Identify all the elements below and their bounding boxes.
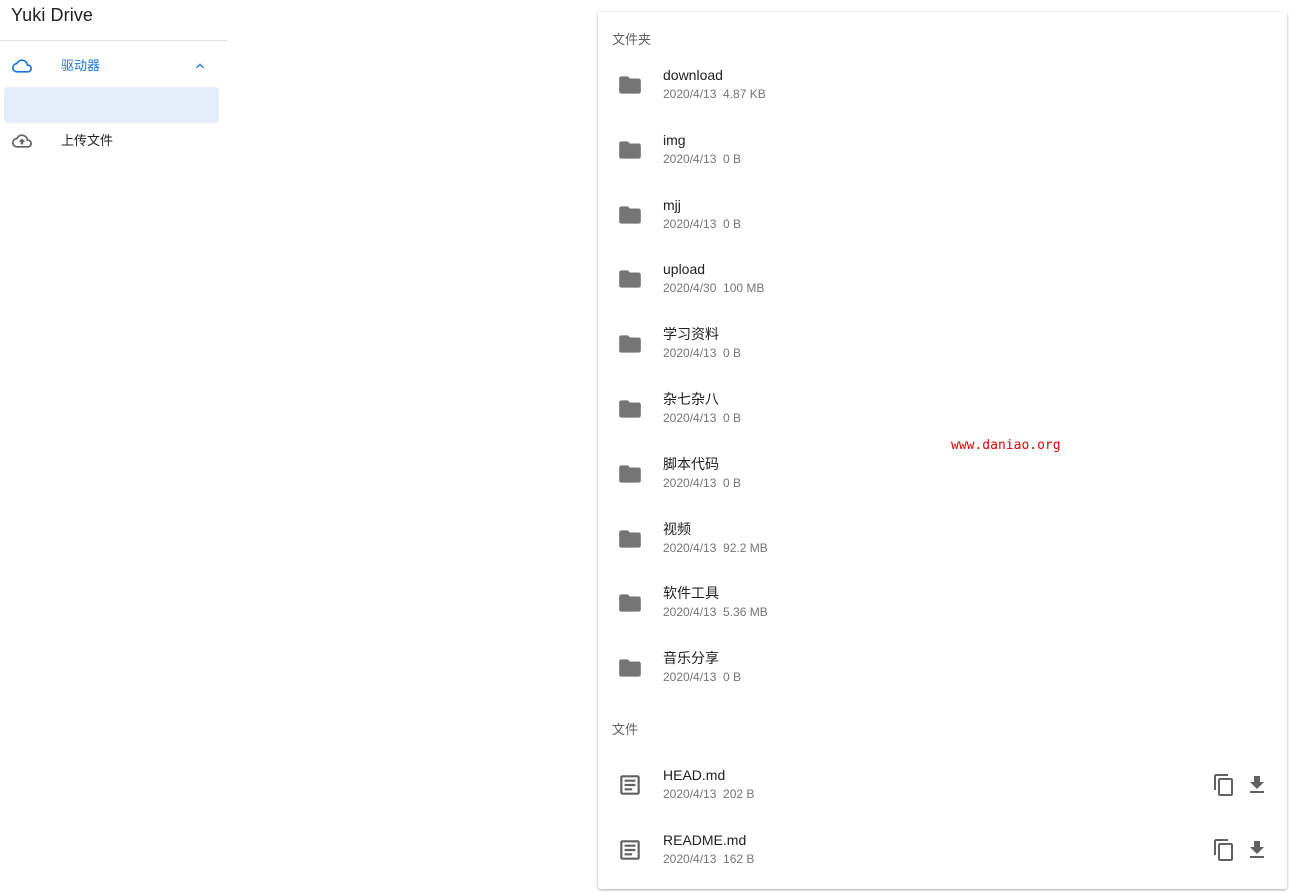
files-header: 文件 [612,722,639,737]
folder-name: 学习资料 [663,326,719,343]
file-row[interactable]: README.md 2020/4/13 162 B [598,818,1287,882]
folder-icon [619,335,641,353]
folder-name: img [663,131,686,148]
folder-row[interactable]: 杂七杂八 2020/4/13 0 B [598,377,1287,441]
folder-meta: 2020/4/13 5.36 MB [663,605,768,620]
file-meta: 2020/4/13 162 B [663,852,755,866]
folder-name: 视频 [663,520,691,537]
download-icon[interactable] [1245,838,1269,862]
folder-name: download [663,67,723,83]
folder-meta: 2020/4/13 0 B [663,475,742,490]
folder-icon [619,465,641,483]
folder-row[interactable]: upload 2020/4/30 100 MB [598,247,1287,311]
folder-row[interactable]: 软件工具 2020/4/13 5.36 MB [598,571,1287,635]
folder-icon [619,659,641,677]
folder-name: upload [663,261,706,278]
file-row[interactable]: HEAD.md 2020/4/13 202 B [598,753,1287,817]
download-icon[interactable] [1245,773,1269,797]
folder-row[interactable]: 脚本代码 2020/4/13 0 B [598,442,1287,506]
folder-name: mjj [663,196,681,213]
copy-icon[interactable] [1212,773,1236,797]
file-name: HEAD.md [663,767,726,783]
folder-meta: 2020/4/13 0 B [663,216,742,231]
chevron-up-icon[interactable] [192,58,208,74]
folder-row[interactable]: download 2020/4/13 4.87 KB [598,53,1287,117]
watermark-text: www.daniao.org [951,438,1061,453]
folders-header: 文件夹 [612,32,652,47]
folder-icon [619,270,641,289]
folder-meta: 2020/4/13 0 B [663,346,742,361]
folder-row[interactable]: img 2020/4/13 0 B [598,118,1287,182]
sidebar-item-drives[interactable]: 驱动器 [0,44,227,88]
folder-icon [619,594,641,613]
folder-icon [619,141,641,159]
copy-icon[interactable] [1212,838,1236,862]
sidebar-item-label: 上传文件 [61,133,114,148]
folder-name: 脚本代码 [663,455,719,472]
sidebar-divider [0,40,227,41]
folder-row[interactable]: 音乐分享 2020/4/13 0 B [598,636,1287,700]
folder-meta: 2020/4/30 100 MB [663,281,765,296]
sidebar: Yuki Drive 驱动器 上传文件 [0,0,227,892]
cloud-upload-icon [12,134,32,148]
folder-icon [619,76,641,94]
cloud-icon [12,59,32,73]
document-icon [620,775,640,795]
folder-name: 软件工具 [663,585,719,602]
folder-icon [619,529,641,548]
sidebar-item-label: 驱动器 [61,58,101,73]
folder-row[interactable]: 视频 2020/4/13 92.2 MB [598,507,1287,571]
folder-name: 杂七杂八 [663,391,719,407]
folder-row[interactable]: 学习资料 2020/4/13 0 B [598,312,1287,376]
folder-icon [619,400,641,418]
folder-row[interactable]: mjj 2020/4/13 0 B [598,183,1287,247]
file-name: README.md [663,832,747,848]
folder-meta: 2020/4/13 92.2 MB [663,540,768,555]
sidebar-sub-item-drive[interactable] [4,87,219,123]
app-title: Yuki Drive [11,5,94,25]
folder-icon [619,205,641,224]
folder-name: 音乐分享 [663,650,719,667]
file-meta: 2020/4/13 202 B [663,787,755,801]
sidebar-item-upload[interactable]: 上传文件 [0,119,227,163]
file-list-card: 文件夹 download 2020/4/13 4.87 KB img 2020/… [598,12,1287,889]
folder-meta: 2020/4/13 0 B [663,670,742,685]
folder-meta: 2020/4/13 4.87 KB [663,87,766,101]
folder-meta: 2020/4/13 0 B [663,411,742,425]
document-icon [620,840,640,860]
folder-meta: 2020/4/13 0 B [663,151,742,166]
